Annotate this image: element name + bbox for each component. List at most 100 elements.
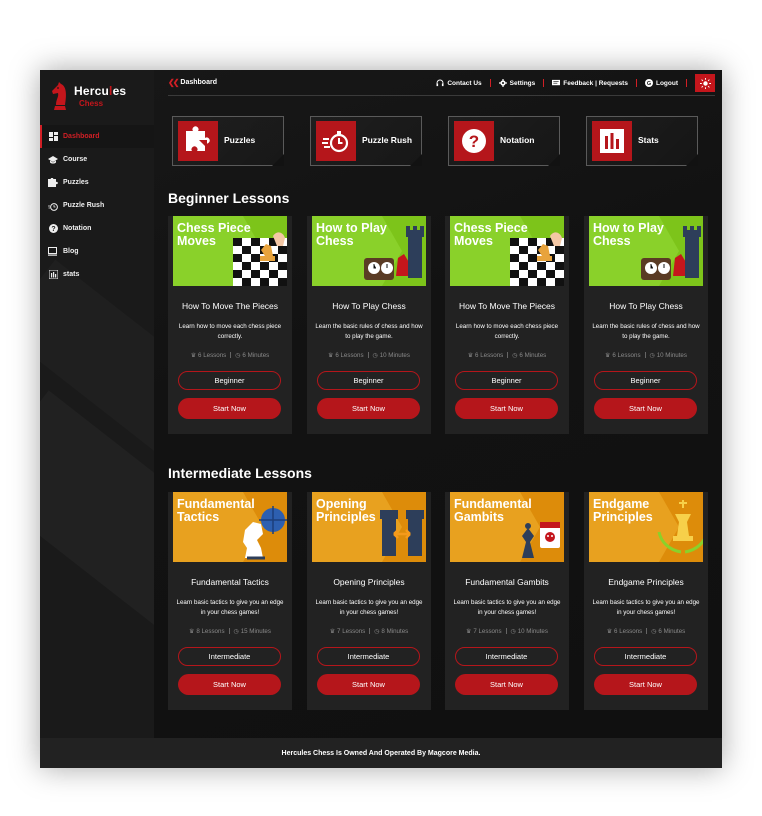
- thumbnail-title: Opening Principles: [316, 497, 376, 524]
- level-button[interactable]: Beginner: [455, 371, 558, 390]
- course-title: How To Move The Pieces: [181, 301, 279, 311]
- lesson-count: 7 Lessons: [337, 628, 366, 635]
- puzzle-icon: [178, 121, 218, 161]
- sidebar-item-puzzle-rush[interactable]: Puzzle Rush: [40, 194, 154, 217]
- sidebar: Hercules Chess Dashboard Course Puzzles …: [40, 70, 154, 738]
- duration: 10 Minutes: [656, 352, 687, 359]
- course-card: Opening Principles Opening Principles Le…: [307, 492, 431, 710]
- logout-icon: G: [644, 79, 653, 87]
- lesson-count: 6 Lessons: [335, 352, 364, 359]
- clock-icon: ◷: [235, 352, 241, 359]
- lesson-count: 8 Lessons: [196, 628, 225, 635]
- contact-us-label: Contact Us: [447, 79, 482, 87]
- start-now-button[interactable]: Start Now: [178, 674, 281, 695]
- course-title: Endgame Principles: [608, 577, 684, 587]
- dashboard-icon: [48, 132, 58, 142]
- sidebar-item-label: Puzzles: [63, 179, 89, 186]
- clock-icon: ◷: [374, 628, 380, 635]
- sidebar-item-label: Notation: [63, 225, 92, 232]
- sidebar-item-blog[interactable]: Blog: [40, 240, 154, 263]
- duration: 6 Minutes: [658, 628, 686, 635]
- start-now-button[interactable]: Start Now: [317, 398, 420, 419]
- brand-title: Hercules: [74, 84, 127, 98]
- course-card: Chess Piece Moves How To Move The Pieces…: [168, 216, 292, 434]
- level-button[interactable]: Intermediate: [178, 647, 281, 666]
- sidebar-item-dashboard[interactable]: Dashboard: [40, 125, 154, 148]
- clock-icon: ◷: [233, 628, 239, 635]
- sidebar-item-label: Puzzle Rush: [63, 202, 105, 209]
- top-bar: ❮❮ Dashboard Contact Us Settings Feedbac…: [168, 70, 715, 96]
- course-description: Learn basic tactics to give you an edge …: [453, 599, 561, 616]
- start-now-button[interactable]: Start Now: [178, 398, 281, 419]
- sidebar-nav: Dashboard Course Puzzles Puzzle Rush ? N…: [40, 125, 154, 286]
- clock-icon: ◷: [649, 352, 655, 359]
- svg-text:?: ?: [469, 132, 479, 151]
- level-button[interactable]: Beginner: [317, 371, 420, 390]
- sidebar-item-label: Blog: [63, 248, 79, 255]
- level-button[interactable]: Beginner: [594, 371, 697, 390]
- message-icon: [552, 79, 561, 86]
- theme-toggle-button[interactable]: [695, 74, 715, 92]
- course-thumbnail: Opening Principles: [312, 492, 426, 562]
- start-now-button[interactable]: Start Now: [594, 674, 697, 695]
- course-thumbnail: Fundamental Tactics: [173, 492, 287, 562]
- course-title: How To Play Chess: [332, 301, 406, 311]
- settings-link[interactable]: Settings: [498, 79, 535, 87]
- level-button[interactable]: Intermediate: [317, 647, 420, 666]
- level-button[interactable]: Intermediate: [594, 647, 697, 666]
- lesson-count: 7 Lessons: [473, 628, 502, 635]
- lesson-count: 6 Lessons: [198, 352, 227, 359]
- double-chevron-left-icon: ❮❮: [168, 78, 179, 87]
- tile-puzzles[interactable]: Puzzles: [172, 116, 284, 166]
- brand-logo[interactable]: Hercules Chess: [48, 78, 148, 118]
- monitor-icon: [48, 247, 58, 257]
- sun-icon: [699, 77, 711, 89]
- breadcrumb[interactable]: ❮❮ Dashboard: [168, 78, 217, 87]
- contact-us-link[interactable]: Contact Us: [436, 79, 482, 87]
- thumbnail-title: How to Play Chess: [593, 221, 664, 248]
- feedback-link[interactable]: Feedback | Requests: [552, 79, 628, 87]
- start-now-button[interactable]: Start Now: [317, 674, 420, 695]
- trophy-icon: ♛: [189, 628, 195, 635]
- course-meta: ♛ 7 Lessons ◷ 8 Minutes: [307, 628, 431, 635]
- footer: Hercules Chess Is Owned And Operated By …: [40, 738, 722, 768]
- level-button[interactable]: Intermediate: [455, 647, 558, 666]
- course-title: How To Play Chess: [609, 301, 683, 311]
- course-title: Opening Principles: [333, 577, 405, 587]
- puzzle-icon: [48, 178, 58, 188]
- course-description: Learn basic tactics to give you an edge …: [176, 599, 284, 616]
- trophy-icon: ♛: [606, 628, 613, 635]
- course-meta: ♛ 6 Lessons ◷ 10 Minutes: [584, 352, 708, 359]
- start-now-button[interactable]: Start Now: [455, 398, 558, 419]
- sidebar-item-notation[interactable]: ? Notation: [40, 217, 154, 240]
- course-card: Fundamental Tactics Fundamental Tactics …: [168, 492, 292, 710]
- tile-notation[interactable]: ? Notation: [448, 116, 560, 166]
- trophy-icon: ♛: [328, 352, 334, 359]
- thumbnail-title: How to Play Chess: [316, 221, 387, 248]
- duration: 10 Minutes: [379, 352, 410, 359]
- course-description: Learn how to move each chess piece corre…: [455, 323, 559, 340]
- duration: 6 Minutes: [519, 352, 547, 359]
- clock-icon: ◷: [510, 628, 516, 635]
- tile-stats[interactable]: Stats: [586, 116, 698, 166]
- course-thumbnail: Chess Piece Moves: [450, 216, 564, 286]
- bar-chart-icon: [48, 270, 58, 280]
- lesson-count: 6 Lessons: [612, 352, 641, 359]
- level-button[interactable]: Beginner: [178, 371, 281, 390]
- course-thumbnail: How to Play Chess: [589, 216, 703, 286]
- start-now-button[interactable]: Start Now: [455, 674, 558, 695]
- brand-subtitle: Chess: [79, 99, 104, 108]
- sidebar-item-course[interactable]: Course: [40, 148, 154, 171]
- course-meta: ♛ 6 Lessons ◷ 10 Minutes: [307, 352, 431, 359]
- sidebar-item-stats[interactable]: stats: [40, 263, 154, 286]
- svg-text:G: G: [647, 81, 651, 87]
- logout-label: Logout: [655, 79, 678, 87]
- tile-puzzle-rush[interactable]: Puzzle Rush: [310, 116, 422, 166]
- knight-logo-icon: [52, 82, 66, 110]
- start-now-button[interactable]: Start Now: [594, 398, 697, 419]
- trophy-icon: ♛: [329, 628, 336, 635]
- logout-link[interactable]: G Logout: [644, 79, 678, 87]
- clock-icon: ◷: [372, 352, 378, 359]
- thumbnail-title: Fundamental Tactics: [177, 497, 255, 524]
- sidebar-item-puzzles[interactable]: Puzzles: [40, 171, 154, 194]
